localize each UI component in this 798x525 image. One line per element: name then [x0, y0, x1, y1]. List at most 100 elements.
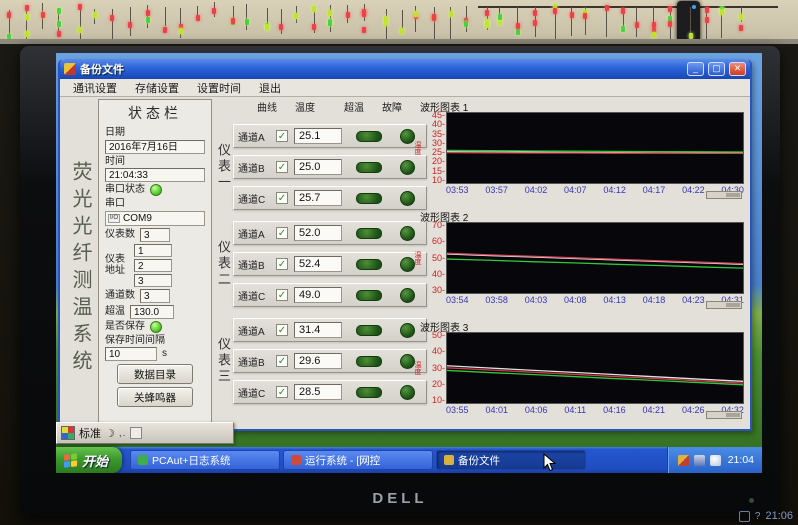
- temperature-display: 52.4: [294, 256, 342, 272]
- curve-checkbox[interactable]: ✓: [276, 258, 288, 270]
- chart-scrollbar[interactable]: [706, 301, 742, 309]
- taskbar-item-label: 运行系统 - [网控: [305, 453, 380, 468]
- channel-count-input[interactable]: 3: [140, 289, 170, 303]
- curve-checkbox[interactable]: ✓: [276, 161, 288, 173]
- taskbar-item[interactable]: 备份文件: [436, 450, 586, 470]
- ime-logo-icon[interactable]: [61, 426, 75, 440]
- chart-title: 波形图表 2: [420, 209, 750, 222]
- mimic-board: [0, 0, 798, 44]
- menu-item-退出[interactable]: 退出: [250, 79, 290, 97]
- system-tray: 21:04: [667, 447, 762, 473]
- start-button[interactable]: 开始: [56, 447, 122, 473]
- chart-x-ticks: 03:5303:5704:0204:0704:1204:1704:2204:30: [446, 185, 744, 195]
- address-input[interactable]: 1: [134, 244, 172, 257]
- close-button[interactable]: ✕: [729, 62, 746, 76]
- serial-port-value: COM9: [123, 213, 152, 224]
- chart-scrollbar[interactable]: [706, 191, 742, 199]
- chart-y-ticks: 5040302010: [422, 332, 446, 404]
- serial-port-label: 串口: [105, 198, 205, 210]
- menu-item-通讯设置[interactable]: 通讯设置: [64, 79, 126, 97]
- instrument-rows: 通道A✓31.4通道B✓29.6通道C✓28.5: [233, 318, 427, 404]
- watermark-time: 21:06: [765, 510, 793, 522]
- address-input[interactable]: 3: [134, 274, 172, 287]
- channel-row: 通道B✓25.0: [233, 155, 427, 179]
- taskbar-item[interactable]: PCAut+日志系统: [130, 450, 280, 470]
- ime-bar[interactable]: 标准 ☽ ,.: [56, 422, 234, 444]
- curve-checkbox[interactable]: ✓: [276, 355, 288, 367]
- maximize-button[interactable]: ▢: [708, 62, 725, 76]
- instrument-name: 仪表三: [215, 337, 233, 385]
- instrument-count-input[interactable]: 3: [140, 228, 170, 242]
- channel-row: 通道B✓29.6: [233, 349, 427, 373]
- chart-plot-area: [446, 222, 744, 294]
- softkeyboard-icon[interactable]: [130, 427, 142, 439]
- window-title: 备份文件: [80, 61, 683, 77]
- buzzer-off-button[interactable]: 关蜂鸣器: [117, 387, 193, 407]
- data-directory-button[interactable]: 数据目录: [117, 364, 193, 384]
- taskbar-item[interactable]: 运行系统 - [网控: [283, 450, 433, 470]
- temperature-display: 25.1: [294, 128, 342, 144]
- overtemp-led: [356, 325, 382, 336]
- curve-checkbox[interactable]: ✓: [276, 289, 288, 301]
- io-icon: I/O: [108, 214, 120, 223]
- tray-volume-icon[interactable]: [710, 455, 721, 466]
- channel-row: 通道C✓25.7: [233, 186, 427, 210]
- channel-row: 通道C✓28.5: [233, 380, 427, 404]
- curve-checkbox[interactable]: ✓: [276, 386, 288, 398]
- temperature-display: 25.7: [294, 190, 342, 206]
- address-input[interactable]: 2: [134, 259, 172, 272]
- overtemp-led: [356, 131, 382, 142]
- taskbar-clock: 21:04: [728, 454, 754, 466]
- tray-app-icon[interactable]: [678, 455, 689, 466]
- date-display: 2016年7月16日: [105, 140, 205, 154]
- app-window: 备份文件 _ ▢ ✕ 通讯设置存储设置设置时间退出 荧光光纤测温系统 状态栏 日…: [58, 59, 752, 431]
- curve-checkbox[interactable]: ✓: [276, 324, 288, 336]
- serial-port-select[interactable]: I/O COM9: [105, 211, 205, 226]
- instrument-name: 仪表二: [215, 240, 233, 288]
- punctuation-icon[interactable]: ,.: [119, 428, 127, 439]
- chart-scrollbar[interactable]: [706, 411, 742, 419]
- tray-display-icon[interactable]: [694, 455, 705, 466]
- menu-item-设置时间[interactable]: 设置时间: [188, 79, 250, 97]
- title-bar[interactable]: 备份文件 _ ▢ ✕: [60, 59, 750, 79]
- temperature-display: 29.6: [294, 353, 342, 369]
- waveform-chart-3: 波形图表 3 温度 5040302010 03:5504:0104:0604:1…: [412, 317, 750, 427]
- overtemp-led: [356, 259, 382, 270]
- curve-checkbox[interactable]: ✓: [276, 192, 288, 204]
- channel-row: 通道A✓31.4: [233, 318, 427, 342]
- chart-y-ticks: 7060504030: [422, 222, 446, 294]
- menu-item-存储设置[interactable]: 存储设置: [126, 79, 188, 97]
- instrument-count-label: 仪表数: [105, 229, 135, 241]
- watermark-tv-icon: [739, 511, 750, 522]
- date-label: 日期: [105, 127, 205, 139]
- ime-mode-label[interactable]: 标准: [79, 425, 101, 441]
- mouse-cursor: [543, 453, 556, 472]
- instrument-rows: 通道A✓52.0通道B✓52.4通道C✓49.0: [233, 221, 427, 307]
- instrument-name: 仪表一: [215, 143, 233, 191]
- overtemp-led: [356, 356, 382, 367]
- chart-y-axis-label: 温度: [412, 332, 422, 404]
- save-enable-label: 是否保存: [105, 321, 145, 333]
- curve-checkbox[interactable]: ✓: [276, 130, 288, 142]
- serial-status-label: 串口状态: [105, 184, 145, 196]
- temperature-display: 28.5: [294, 384, 342, 400]
- channel-count-label: 通道数: [105, 290, 135, 302]
- dell-monitor: 备份文件 _ ▢ ✕ 通讯设置存储设置设置时间退出 荧光光纤测温系统 状态栏 日…: [20, 46, 780, 516]
- save-enable-led[interactable]: [150, 321, 162, 333]
- halfwidth-moon-icon[interactable]: ☽: [105, 427, 115, 440]
- channels-column: 曲线 温度 超温 故障 仪表一通道A✓25.1通道B✓25.0通道C✓25.7仪…: [215, 99, 409, 425]
- save-interval-input[interactable]: 10: [105, 347, 157, 361]
- taskbar-item-label: PCAut+日志系统: [152, 453, 230, 468]
- status-panel: 状态栏 日期 2016年7月16日 时间 21:04:33 串口状态: [98, 99, 212, 423]
- curve-checkbox[interactable]: ✓: [276, 227, 288, 239]
- header-curve: 曲线: [257, 99, 277, 114]
- minimize-button[interactable]: _: [687, 62, 704, 76]
- channel-label: 通道B: [238, 257, 274, 272]
- chart-y-ticks: 4540353025201510: [422, 112, 446, 184]
- overtemp-led: [356, 193, 382, 204]
- channel-label: 通道A: [238, 323, 274, 338]
- chart-title: 波形图表 3: [420, 319, 750, 332]
- channel-label: 通道A: [238, 226, 274, 241]
- overtemp-input[interactable]: 130.0: [130, 305, 174, 319]
- app-icon: [64, 63, 76, 75]
